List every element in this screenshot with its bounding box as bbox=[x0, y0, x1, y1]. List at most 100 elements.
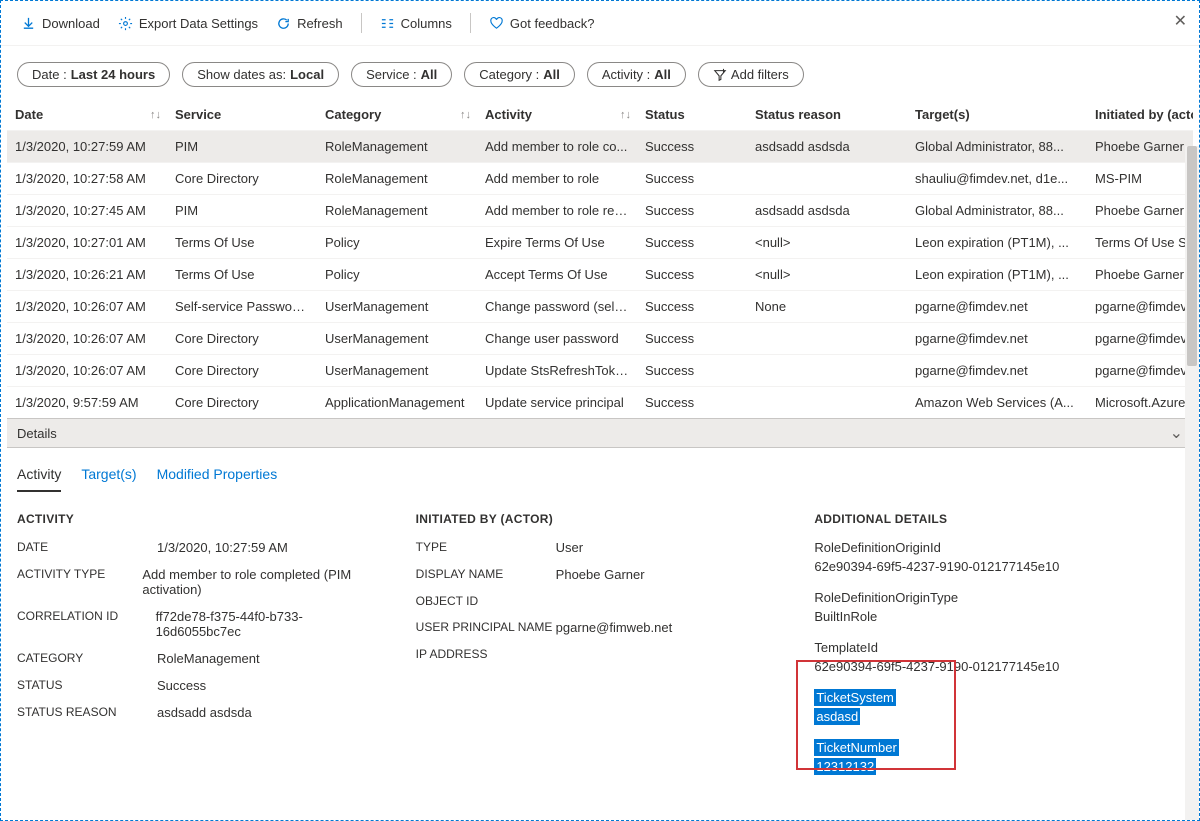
filter-date[interactable]: Date : Last 24 hours bbox=[17, 62, 170, 87]
cell-date: 1/3/2020, 10:27:59 AM bbox=[7, 131, 167, 163]
cell-targets: Leon expiration (PT1M), ... bbox=[907, 227, 1087, 259]
filter-activity[interactable]: Activity : All bbox=[587, 62, 686, 87]
download-button[interactable]: Download bbox=[21, 16, 100, 31]
feedback-button[interactable]: Got feedback? bbox=[489, 16, 595, 31]
cell-date: 1/3/2020, 10:27:45 AM bbox=[7, 195, 167, 227]
cell-targets: shauliu@fimdev.net, d1e... bbox=[907, 163, 1087, 195]
toolbar-separator bbox=[470, 13, 471, 33]
toolbar-separator bbox=[361, 13, 362, 33]
cell-reason: asdsadd asdsda bbox=[747, 195, 907, 227]
close-icon[interactable]: ✕ bbox=[1174, 11, 1187, 31]
col-date[interactable]: Date↑↓ bbox=[7, 99, 167, 131]
table-row[interactable]: 1/3/2020, 10:26:21 AMTerms Of UsePolicyA… bbox=[7, 259, 1193, 291]
initiated-by-heading: INITIATED BY (ACTOR) bbox=[416, 512, 785, 526]
heart-icon bbox=[489, 16, 504, 31]
chevron-down-icon[interactable]: ⌄ bbox=[1170, 423, 1183, 443]
refresh-icon bbox=[276, 16, 291, 31]
col-status[interactable]: Status bbox=[637, 99, 747, 131]
cell-service: Core Directory bbox=[167, 163, 317, 195]
cell-status: Success bbox=[637, 291, 747, 323]
cell-actor: Terms Of Use Service bbox=[1087, 227, 1193, 259]
cell-service: Terms Of Use bbox=[167, 227, 317, 259]
cell-service: Core Directory bbox=[167, 323, 317, 355]
export-settings-label: Export Data Settings bbox=[139, 16, 258, 31]
download-icon bbox=[21, 16, 36, 31]
cell-actor: pgarne@fimdev.net bbox=[1087, 323, 1193, 355]
col-initiated-by[interactable]: Initiated by (actor) bbox=[1087, 99, 1193, 131]
table-row[interactable]: 1/3/2020, 10:26:07 AMCore DirectoryUserM… bbox=[7, 355, 1193, 387]
cell-activity: Accept Terms Of Use bbox=[477, 259, 637, 291]
filter-show-dates[interactable]: Show dates as: Local bbox=[182, 62, 339, 87]
cell-category: Policy bbox=[317, 227, 477, 259]
table-row[interactable]: 1/3/2020, 10:27:58 AMCore DirectoryRoleM… bbox=[7, 163, 1193, 195]
tab-activity[interactable]: Activity bbox=[17, 466, 61, 492]
cell-date: 1/3/2020, 10:26:21 AM bbox=[7, 259, 167, 291]
table-row[interactable]: 1/3/2020, 9:57:59 AMCore DirectoryApplic… bbox=[7, 387, 1193, 419]
audit-log-table: Date↑↓ Service Category↑↓ Activity↑↓ Sta… bbox=[7, 99, 1193, 418]
detail-upn[interactable]: pgarne@fimweb.net bbox=[556, 620, 673, 635]
cell-status: Success bbox=[637, 163, 747, 195]
table-row[interactable]: 1/3/2020, 10:26:07 AMCore DirectoryUserM… bbox=[7, 323, 1193, 355]
cell-activity: Update service principal bbox=[477, 387, 637, 419]
table-row[interactable]: 1/3/2020, 10:26:07 AMSelf-service Passwo… bbox=[7, 291, 1193, 323]
cell-category: ApplicationManagement bbox=[317, 387, 477, 419]
toolbar: Download Export Data Settings Refresh Co… bbox=[1, 1, 1199, 46]
role-def-origin-type-key: RoleDefinitionOriginType bbox=[814, 590, 1183, 605]
cell-status: Success bbox=[637, 195, 747, 227]
cell-actor: Microsoft.Azure.SyncFab... bbox=[1087, 387, 1193, 419]
detail-date: 1/3/2020, 10:27:59 AM bbox=[157, 540, 288, 555]
col-status-reason[interactable]: Status reason bbox=[747, 99, 907, 131]
cell-service: PIM bbox=[167, 195, 317, 227]
detail-status-reason: asdsadd asdsda bbox=[157, 705, 252, 720]
cell-category: UserManagement bbox=[317, 355, 477, 387]
filter-category[interactable]: Category : All bbox=[464, 62, 575, 87]
cell-activity: Add member to role co... bbox=[477, 131, 637, 163]
cell-category: Policy bbox=[317, 259, 477, 291]
col-service[interactable]: Service bbox=[167, 99, 317, 131]
cell-category: RoleManagement bbox=[317, 163, 477, 195]
table-row[interactable]: 1/3/2020, 10:27:01 AMTerms Of UsePolicyE… bbox=[7, 227, 1193, 259]
tab-modified-properties[interactable]: Modified Properties bbox=[157, 466, 278, 492]
cell-category: UserManagement bbox=[317, 323, 477, 355]
detail-actor-type: User bbox=[556, 540, 583, 555]
cell-actor: pgarne@fimdev.net bbox=[1087, 355, 1193, 387]
details-header[interactable]: Details ⌄ bbox=[7, 418, 1193, 448]
refresh-button[interactable]: Refresh bbox=[276, 16, 343, 31]
cell-status: Success bbox=[637, 259, 747, 291]
cell-reason: <null> bbox=[747, 259, 907, 291]
cell-date: 1/3/2020, 10:26:07 AM bbox=[7, 355, 167, 387]
table-row[interactable]: 1/3/2020, 10:27:59 AMPIMRoleManagementAd… bbox=[7, 131, 1193, 163]
col-targets[interactable]: Target(s) bbox=[907, 99, 1087, 131]
funnel-plus-icon bbox=[713, 68, 727, 82]
cell-actor: Phoebe Garner bbox=[1087, 131, 1193, 163]
scrollbar-thumb[interactable] bbox=[1187, 146, 1197, 366]
cell-service: Self-service Password M... bbox=[167, 291, 317, 323]
table-row[interactable]: 1/3/2020, 10:27:45 AMPIMRoleManagementAd… bbox=[7, 195, 1193, 227]
ticket-number-key: TicketNumber bbox=[814, 739, 898, 756]
cell-reason bbox=[747, 323, 907, 355]
tab-targets[interactable]: Target(s) bbox=[81, 466, 136, 492]
template-id-key: TemplateId bbox=[814, 640, 1183, 655]
refresh-label: Refresh bbox=[297, 16, 343, 31]
cell-targets: pgarne@fimdev.net bbox=[907, 323, 1087, 355]
cell-activity: Add member to role bbox=[477, 163, 637, 195]
add-filters-button[interactable]: Add filters bbox=[698, 62, 804, 87]
cell-category: RoleManagement bbox=[317, 195, 477, 227]
cell-date: 1/3/2020, 10:26:07 AM bbox=[7, 291, 167, 323]
columns-button[interactable]: Columns bbox=[380, 16, 452, 31]
cell-status: Success bbox=[637, 323, 747, 355]
gear-icon bbox=[118, 16, 133, 31]
additional-details-column: ADDITIONAL DETAILS RoleDefinitionOriginI… bbox=[814, 512, 1183, 790]
ticket-number-val: 12312132 bbox=[814, 758, 876, 775]
cell-status: Success bbox=[637, 227, 747, 259]
cell-activity: Add member to role req... bbox=[477, 195, 637, 227]
cell-date: 1/3/2020, 10:27:58 AM bbox=[7, 163, 167, 195]
col-activity[interactable]: Activity↑↓ bbox=[477, 99, 637, 131]
cell-targets: pgarne@fimdev.net bbox=[907, 291, 1087, 323]
col-category[interactable]: Category↑↓ bbox=[317, 99, 477, 131]
export-settings-button[interactable]: Export Data Settings bbox=[118, 16, 258, 31]
vertical-scrollbar[interactable] bbox=[1185, 146, 1199, 820]
filter-service[interactable]: Service : All bbox=[351, 62, 452, 87]
detail-correlation-id: ff72de78-f375-44f0-b733-16d6055bc7ec bbox=[156, 609, 386, 639]
cell-category: UserManagement bbox=[317, 291, 477, 323]
